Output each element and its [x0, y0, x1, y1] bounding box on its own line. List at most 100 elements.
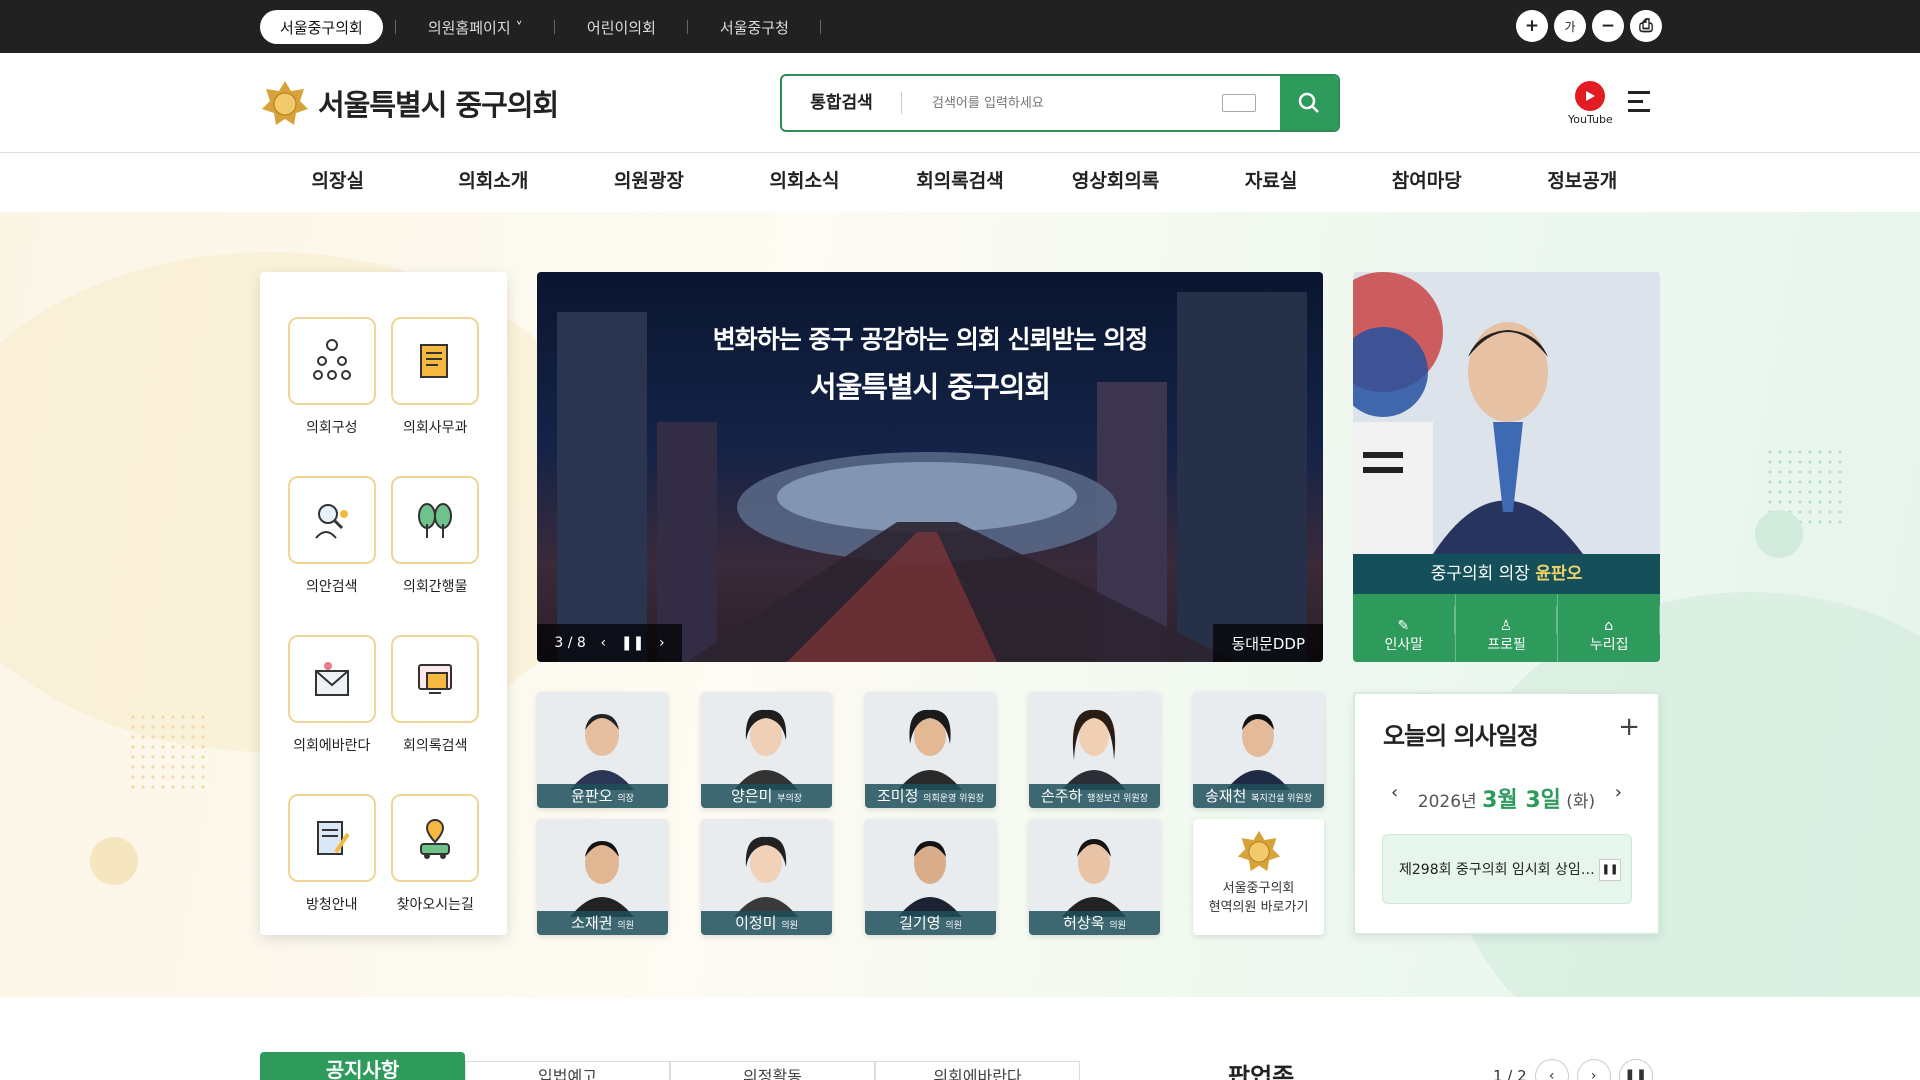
council-emblem-icon	[1237, 830, 1280, 872]
top-link-council[interactable]: 서울중구의회	[260, 10, 383, 44]
print-icon[interactable]: ⎙	[1630, 10, 1662, 42]
home-icon: ⌂	[1558, 606, 1660, 634]
member-card[interactable]: 윤판오 의장	[537, 692, 668, 808]
quick-item-label: 의안검색	[305, 579, 358, 595]
member-card[interactable]: 이정미 의원	[701, 819, 832, 935]
member-name: 손주하 행정보건 위원장	[1029, 784, 1160, 808]
search-button[interactable]	[1280, 76, 1338, 130]
quick-item-secretariat[interactable]: 의회사무과	[384, 317, 488, 458]
notepad-icon	[287, 794, 376, 882]
youtube-icon	[1575, 81, 1606, 111]
member-card[interactable]: 조미정 의회운영 위원장	[865, 692, 996, 808]
top-link-junggu-office[interactable]: 서울중구청	[688, 10, 821, 44]
tab-legislative-notice[interactable]: 입법예고	[465, 1061, 670, 1080]
pause-icon[interactable]: ❚❚	[1618, 1059, 1653, 1080]
font-icon[interactable]: 가	[1554, 10, 1586, 42]
quick-item-organization[interactable]: 의회구성	[280, 317, 384, 458]
quick-item-bill-search[interactable]: 의안검색	[280, 476, 384, 617]
member-card[interactable]: 허상욱 의원	[1029, 819, 1160, 935]
next-icon[interactable]: ›	[1576, 1059, 1611, 1080]
prev-icon[interactable]: ‹	[1534, 1059, 1569, 1080]
quick-item-publications[interactable]: 의회간행물	[384, 476, 488, 617]
logo-text: 서울특별시 중구의회	[318, 88, 559, 122]
quick-item-label: 회의록검색	[403, 738, 468, 754]
quick-item-minutes-search[interactable]: 회의록검색	[384, 635, 488, 776]
chairman-profile-button[interactable]: ♙ 프로필	[1456, 594, 1559, 662]
site-logo[interactable]: 서울특별시 중구의회	[260, 79, 559, 127]
chairman-greeting-button[interactable]: ✎ 인사말	[1353, 594, 1456, 662]
search-icon	[1298, 92, 1319, 113]
member-name: 양은미 부의장	[701, 784, 832, 808]
search-input[interactable]	[902, 76, 1222, 130]
current-members-link[interactable]: 서울중구의회 현역의원 바로가기	[1193, 819, 1324, 935]
quick-item-directions[interactable]: 찾아오시는길	[384, 794, 488, 935]
member-photo	[734, 836, 798, 917]
search-box: 통합검색	[780, 74, 1340, 132]
nav-minutes-search[interactable]: 회의록검색	[882, 153, 1038, 211]
main-navigation: 의장실 의회소개 의원광장 의회소식 회의록검색 영상회의록 자료실 참여마당 …	[260, 153, 1660, 211]
schedule-year: 2026년	[1417, 792, 1477, 812]
member-card[interactable]: 소재권 의원	[537, 819, 668, 935]
top-link-member-homepage[interactable]: 의원홈페이지 ˅	[396, 10, 555, 44]
chairman-name: 윤판오	[1535, 564, 1583, 584]
member-photo	[1062, 839, 1126, 917]
member-name: 윤판오 의장	[537, 784, 668, 808]
youtube-link[interactable]: YouTube	[1568, 81, 1613, 126]
nav-participation[interactable]: 참여마당	[1349, 153, 1505, 211]
menu-icon[interactable]	[1628, 91, 1650, 118]
nav-archive[interactable]: 자료실	[1193, 153, 1349, 211]
pause-icon[interactable]: ❚❚	[1599, 859, 1621, 881]
quick-item-suggestions[interactable]: 의회에바란다	[280, 635, 384, 776]
slider-subtitle: 서울특별시 중구의회	[809, 370, 1051, 404]
quick-item-label: 방청안내	[305, 897, 358, 913]
schedule-item[interactable]: 제298회 중구의회 임시회 상임… ❚❚	[1382, 834, 1632, 904]
background-circle	[1755, 510, 1803, 558]
member-name: 소재권 의원	[537, 911, 668, 935]
tab-suggestions[interactable]: 의회에바란다	[875, 1061, 1080, 1080]
member-name: 송재천 복지건설 위원장	[1193, 784, 1324, 808]
chairman-card: 중구의회 의장 윤판오 ✎ 인사말 ♙ 프로필 ⌂ 누리집	[1353, 272, 1660, 662]
nav-video-minutes[interactable]: 영상회의록	[1038, 153, 1194, 211]
member-name: 허상욱 의원	[1029, 911, 1160, 935]
next-date-icon[interactable]: ›	[1615, 782, 1622, 803]
chairman-homepage-button[interactable]: ⌂ 누리집	[1558, 594, 1660, 662]
nav-disclosure[interactable]: 정보공개	[1505, 153, 1661, 211]
quick-item-visit-guide[interactable]: 방청안내	[280, 794, 384, 935]
member-photo	[570, 714, 634, 790]
edit-icon: ✎	[1353, 606, 1455, 634]
member-card[interactable]: 길기영 의원	[865, 819, 996, 935]
nav-about[interactable]: 의회소개	[416, 153, 572, 211]
zoom-in-icon[interactable]: +	[1516, 10, 1548, 42]
members-link-line2: 현역의원 바로가기	[1208, 900, 1309, 915]
trees-icon	[391, 476, 480, 564]
chairman-title: 중구의회 의장 윤판오	[1353, 554, 1660, 594]
nav-members[interactable]: 의원광장	[571, 153, 727, 211]
background-circle	[90, 837, 138, 885]
next-icon[interactable]: ›	[659, 635, 665, 651]
button-label: 프로필	[1487, 637, 1526, 653]
main-slider[interactable]: 변화하는 중구 공감하는 의회 신뢰받는 의정 서울특별시 중구의회 3 / 8…	[537, 272, 1323, 662]
quick-item-label: 의회간행물	[403, 579, 468, 595]
nav-news[interactable]: 의회소식	[727, 153, 883, 211]
keyboard-icon[interactable]	[1222, 94, 1256, 112]
search-category[interactable]: 통합검색	[782, 92, 902, 114]
plus-icon[interactable]: +	[1618, 712, 1640, 742]
tab-activities[interactable]: 의정활동	[670, 1061, 875, 1080]
member-card[interactable]: 손주하 행정보건 위원장	[1029, 692, 1160, 808]
member-grid: 윤판오 의장 양은미 부의장 조미정 의회운영 위원장 손주하 행정보건 위원장…	[537, 692, 1324, 935]
schedule-item-text: 제298회 중구의회 임시회 상임…	[1399, 862, 1595, 878]
top-link-kids-council[interactable]: 어린이의회	[555, 10, 688, 44]
popup-controls: 1 / 2 ‹ › ❚❚	[1493, 1059, 1653, 1080]
slider-headline: 변화하는 중구 공감하는 의회 신뢰받는 의정	[712, 325, 1149, 354]
zoom-out-icon[interactable]: −	[1592, 10, 1624, 42]
schedule-date: 2026년 3월 3일 (화)	[1355, 782, 1658, 814]
prev-icon[interactable]: ‹	[601, 635, 607, 651]
tab-notice[interactable]: 공지사항	[260, 1052, 465, 1080]
member-card[interactable]: 양은미 부의장	[701, 692, 832, 808]
quick-menu: 의회구성 의회사무과 의안검색 의회간행물 의회에바란다 회의록검색 방청안내 …	[260, 272, 507, 935]
member-photo	[898, 841, 962, 917]
nav-speaker[interactable]: 의장실	[260, 153, 416, 211]
pause-icon[interactable]: ❚❚	[621, 635, 644, 651]
youtube-label: YouTube	[1568, 113, 1613, 126]
member-card[interactable]: 송재천 복지건설 위원장	[1193, 692, 1324, 808]
